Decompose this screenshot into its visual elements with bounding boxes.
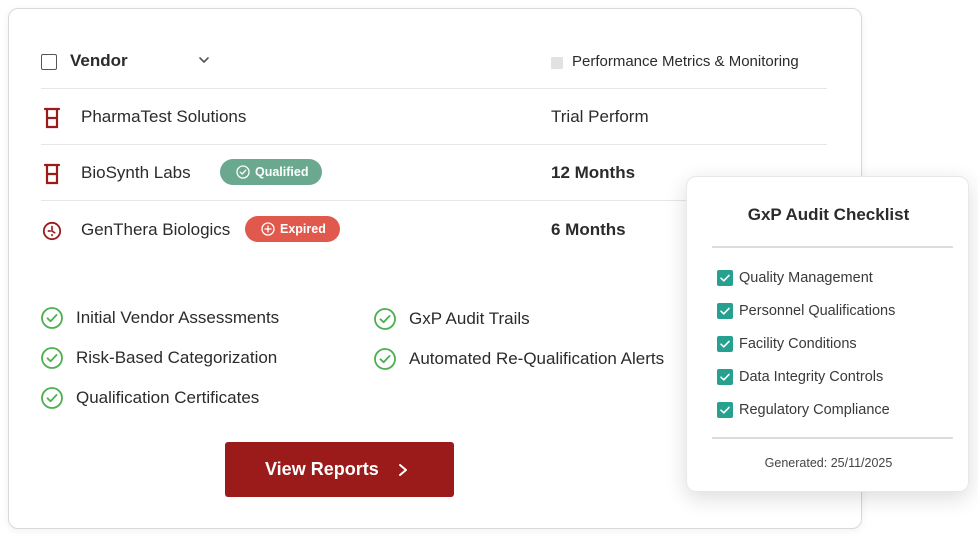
check-icon bbox=[720, 373, 730, 381]
table-row[interactable]: PharmaTest Solutions Trial Perform bbox=[41, 89, 827, 145]
check-circle-icon bbox=[236, 165, 250, 179]
view-reports-button[interactable]: View Reports bbox=[225, 442, 454, 497]
checklist-label: Quality Management bbox=[739, 270, 873, 286]
beaker-icon bbox=[43, 163, 61, 185]
clock-add-icon bbox=[42, 221, 62, 241]
plus-circle-icon bbox=[261, 222, 275, 236]
metric-value: Trial Perform bbox=[551, 107, 649, 126]
check-icon bbox=[720, 340, 730, 348]
checklist-label: Regulatory Compliance bbox=[739, 402, 890, 418]
beaker-icon bbox=[43, 107, 61, 129]
status-badge-qualified: Qualified bbox=[220, 159, 323, 185]
vendor-column-header[interactable]: Vendor bbox=[70, 51, 128, 71]
badge-label: Expired bbox=[280, 222, 326, 236]
chevron-down-icon[interactable] bbox=[197, 53, 211, 67]
chevron-right-icon bbox=[399, 464, 407, 476]
checklist-label: Personnel Qualifications bbox=[739, 303, 896, 319]
divider bbox=[712, 437, 953, 439]
check-circle-icon bbox=[41, 307, 63, 329]
divider bbox=[712, 246, 953, 248]
check-icon bbox=[720, 406, 730, 414]
status-badge-expired: Expired bbox=[245, 216, 340, 242]
metric-value: 6 Months bbox=[551, 220, 626, 239]
check-icon bbox=[720, 274, 730, 282]
feature-label: Initial Vendor Assessments bbox=[76, 308, 280, 327]
feature-label: Risk-Based Categorization bbox=[76, 348, 278, 367]
view-reports-label: View Reports bbox=[265, 459, 379, 479]
checklist-label: Facility Conditions bbox=[739, 336, 857, 352]
checked-checkbox[interactable] bbox=[717, 402, 733, 418]
check-circle-icon bbox=[374, 308, 396, 330]
checked-checkbox[interactable] bbox=[717, 369, 733, 385]
audit-checklist-panel: GxP Audit Checklist Quality Management P… bbox=[686, 176, 969, 492]
vendor-name: BioSynth Labs bbox=[81, 163, 191, 182]
metrics-column-header: Performance Metrics & Monitoring bbox=[572, 53, 799, 70]
generated-date: Generated: 25/11/2025 bbox=[764, 456, 893, 470]
checked-checkbox[interactable] bbox=[717, 336, 733, 352]
feature-label: Automated Re-Qualification Alerts bbox=[409, 349, 665, 368]
checklist-label: Data Integrity Controls bbox=[739, 369, 884, 385]
checked-checkbox[interactable] bbox=[717, 270, 733, 286]
panel-title: GxP Audit Checklist bbox=[747, 205, 910, 224]
metric-value: 12 Months bbox=[551, 163, 636, 182]
table-header: Vendor Performance Metrics & Monitoring bbox=[41, 49, 827, 89]
vendor-name: PharmaTest Solutions bbox=[81, 107, 247, 126]
feature-label: Qualification Certificates bbox=[76, 388, 260, 407]
vendor-name: GenThera Biologics bbox=[81, 220, 231, 239]
select-all-checkbox[interactable] bbox=[41, 54, 57, 70]
feature-label: GxP Audit Trails bbox=[409, 309, 530, 328]
checked-checkbox[interactable] bbox=[717, 303, 733, 319]
check-icon bbox=[720, 307, 730, 315]
check-circle-icon bbox=[41, 347, 63, 369]
check-circle-icon bbox=[41, 387, 63, 409]
check-circle-icon bbox=[374, 348, 396, 370]
badge-label: Qualified bbox=[255, 165, 309, 179]
metrics-checkbox[interactable] bbox=[551, 57, 563, 69]
